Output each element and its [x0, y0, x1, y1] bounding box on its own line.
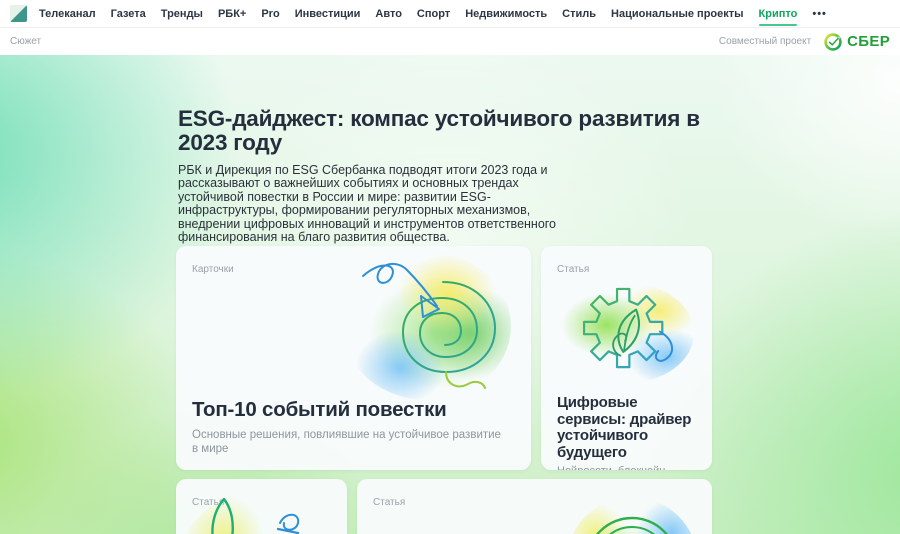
- nav-more-ellipsis-icon[interactable]: •••: [812, 8, 827, 20]
- rbc-esg-digest-page: Телеканал Газета Тренды РБК+ Pro Инвести…: [0, 0, 900, 534]
- cards-row-2: Статья Статья: [176, 479, 712, 534]
- nav-item-pro[interactable]: Pro: [261, 8, 279, 20]
- card-title: Топ-10 событий повестки: [192, 398, 447, 421]
- card-article-sprout[interactable]: Статья: [176, 479, 347, 534]
- ruble-coin-lineart: [596, 516, 668, 534]
- nav-item-rbc-plus[interactable]: РБК+: [218, 8, 246, 20]
- nav-item-gazeta[interactable]: Газета: [111, 8, 146, 20]
- sber-wordmark: СБЕР: [847, 33, 890, 50]
- card-description: Основные решения, повлиявшие на устойчив…: [192, 429, 501, 455]
- top-navigation: Телеканал Газета Тренды РБК+ Pro Инвести…: [0, 0, 900, 28]
- card-tag: Карточки: [192, 264, 234, 275]
- sub-header: Сюжет Совместный проект СБЕР: [0, 28, 900, 55]
- card-description: Нейросети, блокчейн, роботы и другие умн…: [557, 465, 696, 470]
- page-title: ESG-дайджест: компас устойчивого развити…: [178, 106, 700, 155]
- card-article-ruble[interactable]: Статья: [357, 479, 712, 534]
- card-top10-events[interactable]: Карточки Топ-10 событий повестки Основны…: [176, 246, 531, 470]
- spiral-target-arrow-illustration: [343, 252, 511, 400]
- nav-item-kripto-active[interactable]: Крипто: [758, 8, 797, 26]
- spiral-arrow-lineart: [362, 262, 497, 389]
- nav-items: Телеканал Газета Тренды РБК+ Pro Инвести…: [39, 8, 827, 26]
- sber-check-icon: [824, 32, 842, 51]
- gear-leaf-lineart: [582, 287, 673, 369]
- sber-logo[interactable]: СБЕР: [823, 32, 890, 52]
- nav-item-telekanal[interactable]: Телеканал: [39, 8, 96, 20]
- nav-item-trendy[interactable]: Тренды: [161, 8, 203, 20]
- partner-block: Совместный проект СБЕР: [719, 32, 890, 52]
- nav-item-investicii[interactable]: Инвестиции: [295, 8, 361, 20]
- page-description: РБК и Дирекция по ESG Сбербанка подводят…: [178, 162, 557, 244]
- partner-label: Совместный проект: [718, 36, 812, 47]
- cards-row-1: Карточки Топ-10 событий повестки Основны…: [176, 246, 712, 470]
- ruble-coin-illustration: [566, 497, 698, 534]
- card-title: Цифровые сервисы: драйвер устойчивого бу…: [557, 394, 692, 461]
- nav-item-nacionalnye-proekty[interactable]: Национальные проекты: [611, 8, 744, 20]
- card-text-block: Топ-10 событий повестки Основные решения…: [192, 398, 507, 456]
- rbc-logo-icon[interactable]: [10, 5, 27, 22]
- card-tag: Статья: [557, 264, 590, 275]
- nav-item-avto[interactable]: Авто: [375, 8, 402, 20]
- nav-item-sport[interactable]: Спорт: [417, 8, 450, 20]
- cards-grid: Карточки Топ-10 событий повестки Основны…: [176, 246, 712, 534]
- nav-item-nedvizhimost[interactable]: Недвижимость: [465, 8, 547, 20]
- card-digital-services[interactable]: Статья Цифровые сервисы: драйвер устойчи…: [541, 246, 712, 470]
- card-tag: Статья: [373, 497, 406, 508]
- section-label: Сюжет: [10, 36, 42, 47]
- nav-item-stil[interactable]: Стиль: [562, 8, 596, 20]
- sprout-arrow-lineart: [211, 497, 300, 534]
- gear-leaf-illustration: [559, 283, 694, 383]
- sprout-arrow-illustration: [176, 491, 347, 534]
